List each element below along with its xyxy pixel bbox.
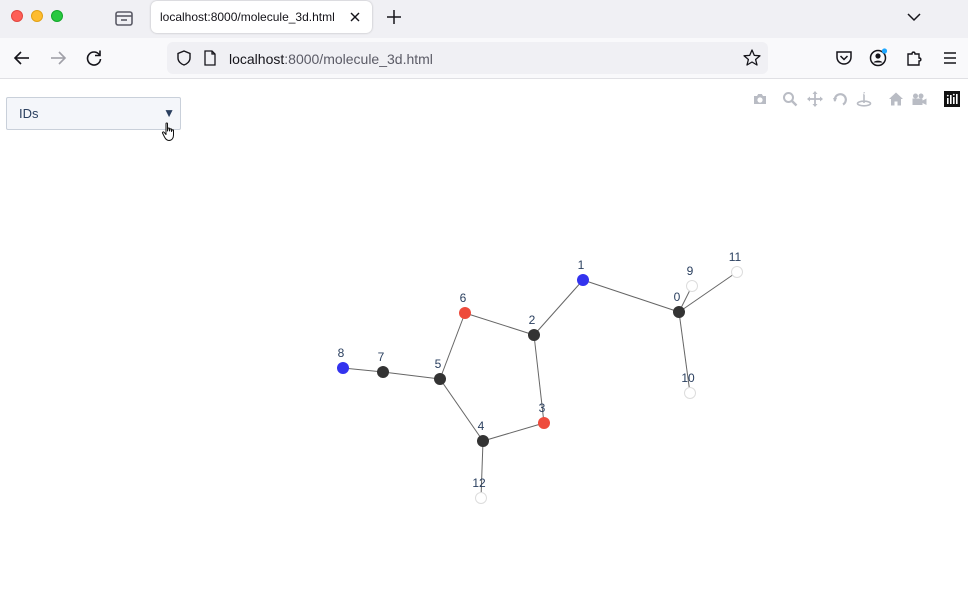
tab-strip: localhost:8000/molecule_3d.html	[0, 0, 968, 39]
atom-6-label: 6	[460, 291, 467, 305]
atom-7-label: 7	[378, 350, 385, 364]
atom-0-marker[interactable]	[673, 306, 685, 318]
bond-line	[482, 422, 545, 442]
camera-icon[interactable]	[752, 91, 768, 107]
browser-tab[interactable]: localhost:8000/molecule_3d.html	[151, 1, 372, 33]
orbit-rotate-icon[interactable]	[832, 91, 848, 107]
forward-icon[interactable]	[48, 48, 68, 68]
atom-1-marker[interactable]	[577, 274, 589, 286]
minimize-window-button[interactable]	[31, 10, 43, 22]
atom-9-marker[interactable]	[686, 280, 698, 292]
atom-1-label: 1	[578, 258, 585, 272]
back-icon[interactable]	[12, 48, 32, 68]
extensions-puzzle-icon[interactable]	[904, 48, 924, 68]
bond-line	[439, 378, 484, 442]
bond-line	[342, 367, 384, 373]
atom-11-marker[interactable]	[731, 266, 743, 278]
atom-11-label: 11	[729, 250, 742, 264]
plotly-logo-icon[interactable]	[944, 91, 960, 107]
shield-icon[interactable]	[175, 49, 193, 67]
atom-2-marker[interactable]	[528, 329, 540, 341]
atom-7-marker[interactable]	[377, 366, 389, 378]
tab-title: localhost:8000/molecule_3d.html	[160, 10, 335, 24]
close-tab-icon[interactable]	[347, 9, 363, 25]
pan-icon[interactable]	[807, 91, 823, 107]
bond-line	[439, 312, 466, 380]
bond-line	[464, 312, 535, 336]
atom-8-label: 8	[338, 346, 345, 360]
atom-0-label: 0	[674, 290, 681, 304]
zoom-icon[interactable]	[782, 91, 798, 107]
atom-5-label: 5	[435, 357, 442, 371]
label-layer: 0123456789101112	[338, 250, 742, 490]
page-icon	[204, 50, 216, 66]
atom-3-marker[interactable]	[538, 417, 550, 429]
atom-5-marker[interactable]	[434, 373, 446, 385]
new-tab-icon[interactable]	[384, 7, 404, 27]
account-icon[interactable]	[868, 48, 888, 68]
atom-8-marker[interactable]	[337, 362, 349, 374]
address-bar[interactable]: localhost:8000/molecule_3d.html	[167, 42, 768, 74]
dropdown-label: IDs	[19, 106, 39, 121]
atom-4-label: 4	[478, 419, 485, 433]
bond-line	[678, 271, 738, 313]
hamburger-menu-icon[interactable]	[940, 48, 960, 68]
default-view-camera-icon[interactable]	[911, 91, 927, 107]
atom-10-marker[interactable]	[684, 387, 696, 399]
dropdown-arrow-icon: ▼	[163, 106, 175, 120]
atom-9-label: 9	[687, 264, 694, 278]
zoom-window-button[interactable]	[51, 10, 63, 22]
bond-line	[582, 279, 680, 313]
plot-modebar: z	[750, 91, 962, 109]
close-window-button[interactable]	[11, 10, 23, 22]
ids-dropdown[interactable]: IDs ▼	[6, 97, 181, 130]
svg-text:z: z	[863, 91, 866, 97]
atom-12-label: 12	[472, 476, 486, 490]
url-host: localhost	[229, 51, 285, 67]
bond-line	[382, 371, 441, 380]
page-content: 0 1 2 3 4 5 6 7 8 9 10 11 12 IDs ▼ z	[0, 79, 968, 602]
atom-12-marker[interactable]	[475, 492, 487, 504]
reset-home-icon[interactable]	[888, 91, 904, 107]
chevron-down-icon[interactable]	[904, 7, 924, 27]
bond-line	[533, 279, 584, 336]
url-path: :8000/molecule_3d.html	[284, 51, 433, 67]
reload-icon[interactable]	[84, 48, 104, 68]
atom-10-label: 10	[681, 371, 695, 385]
atom-2-label: 2	[529, 313, 536, 327]
bond-layer	[342, 271, 738, 499]
turntable-rotate-icon[interactable]: z	[856, 91, 872, 107]
atom-3-label: 3	[539, 401, 546, 415]
molecule-3d-plot[interactable]: 0123456789101112	[0, 79, 968, 602]
bookmark-star-icon[interactable]	[742, 48, 762, 68]
pocket-icon[interactable]	[834, 48, 854, 68]
atom-4-marker[interactable]	[477, 435, 489, 447]
url-text[interactable]: localhost:8000/molecule_3d.html	[229, 51, 433, 67]
atom-6-marker[interactable]	[459, 307, 471, 319]
navigation-toolbar: localhost:8000/molecule_3d.html	[0, 38, 968, 79]
tab-list-icon[interactable]	[112, 6, 136, 30]
hand-cursor-icon	[161, 122, 174, 141]
